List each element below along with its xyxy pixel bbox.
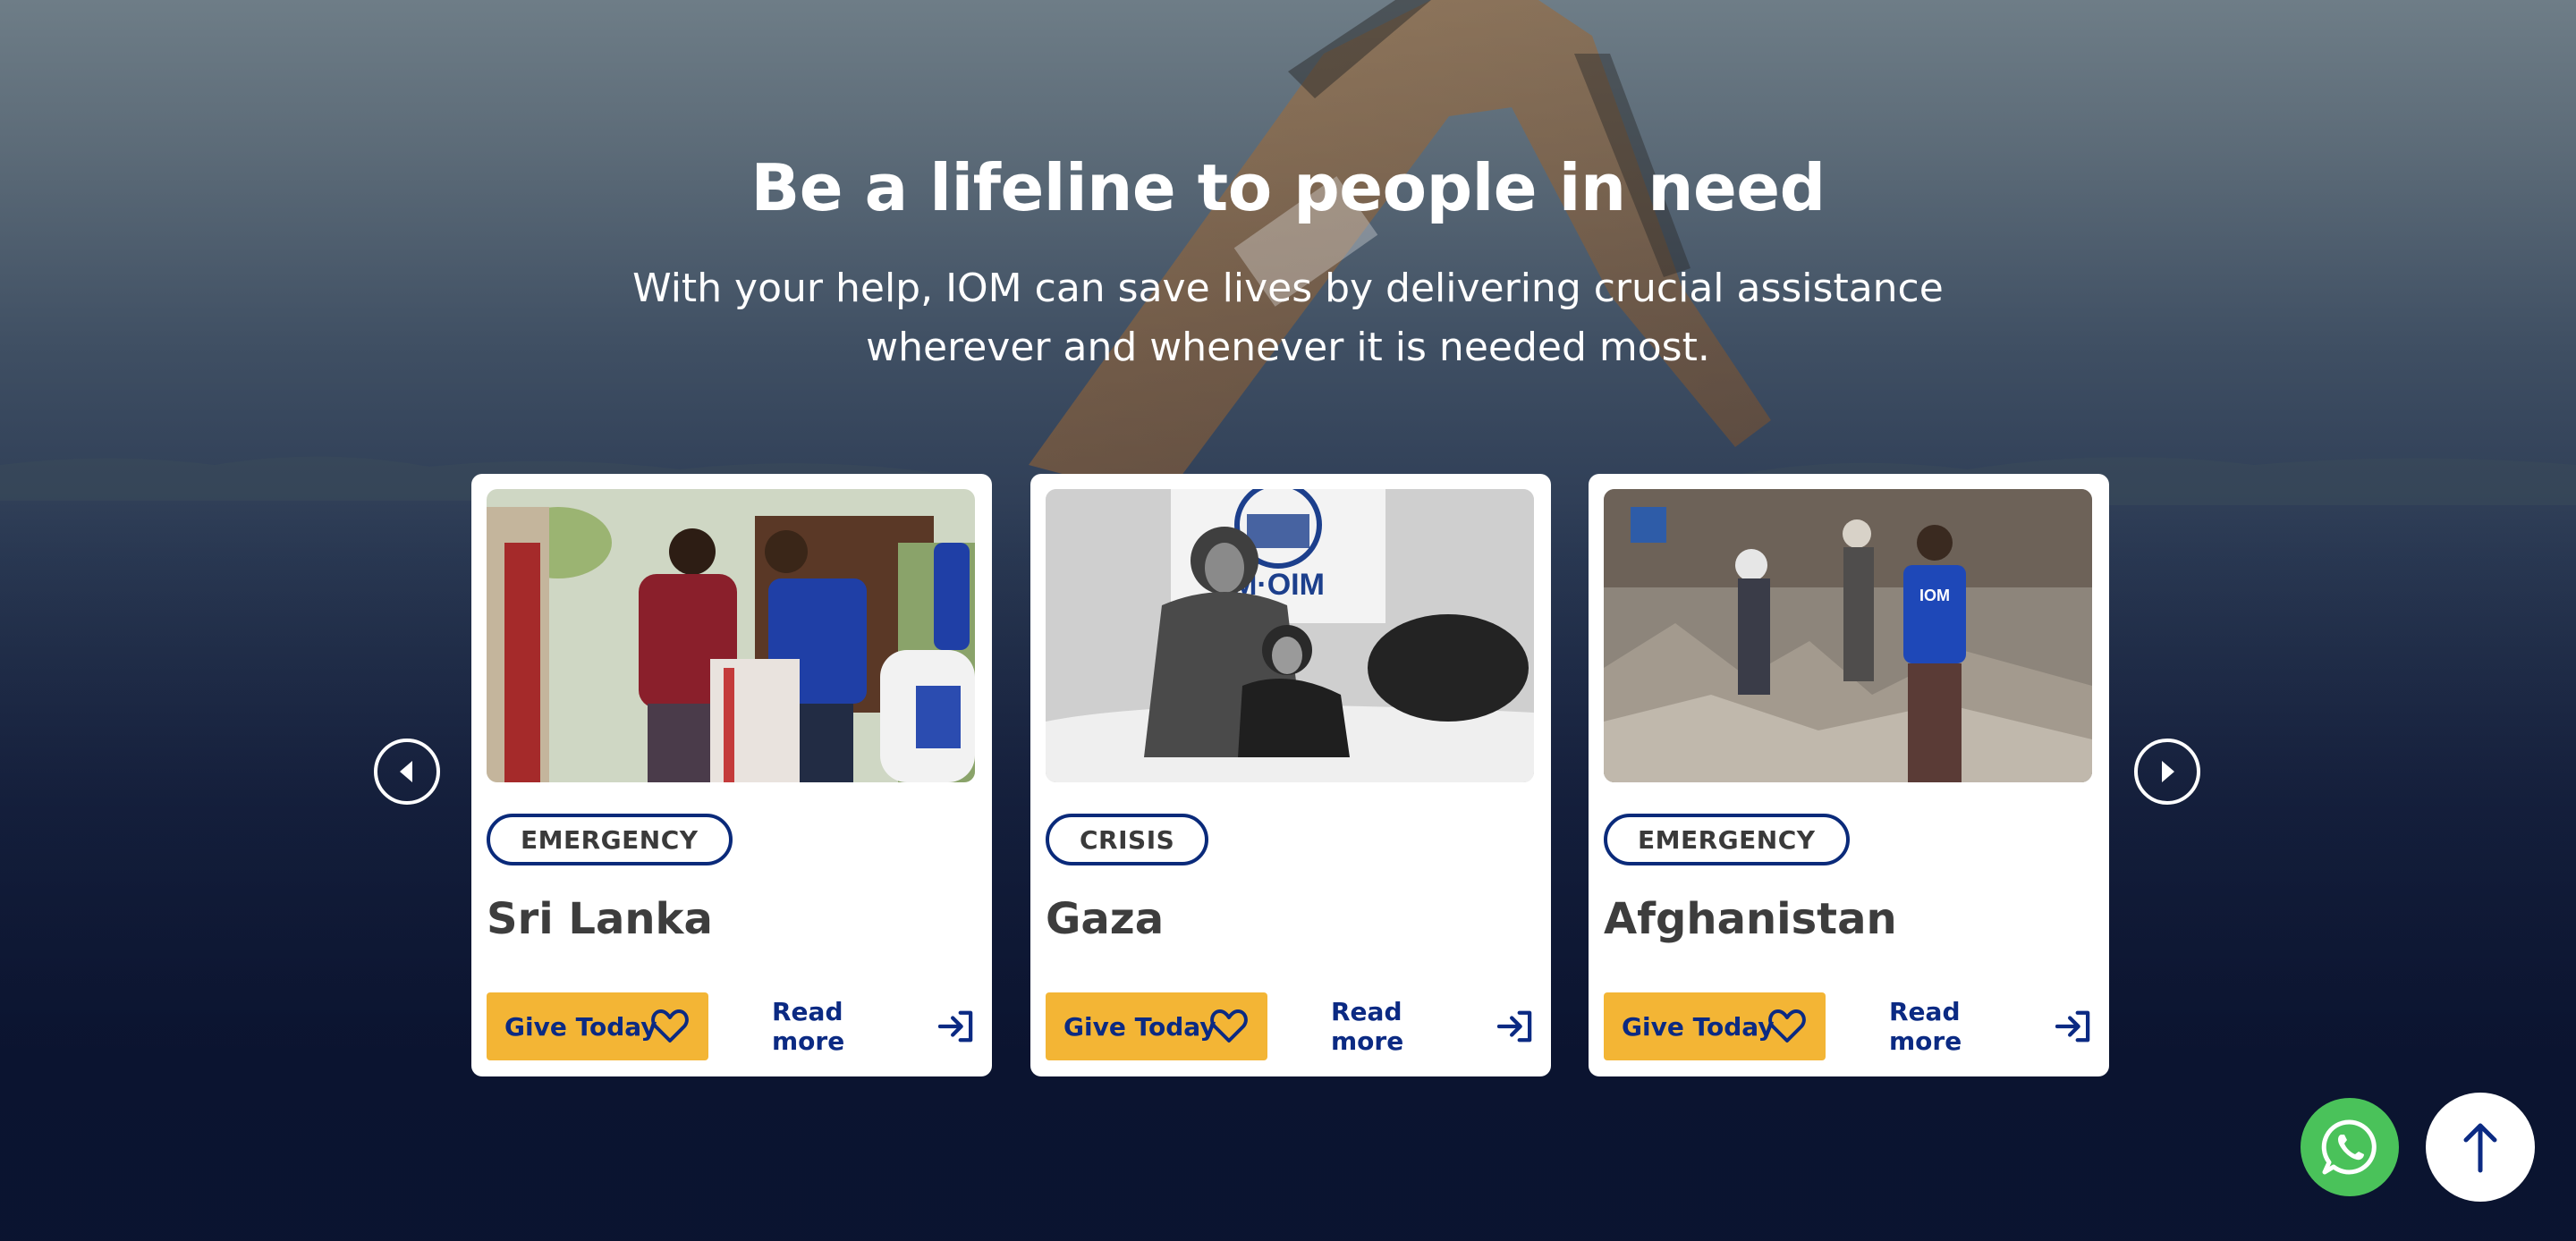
- read-more-link[interactable]: Read more: [1331, 992, 1533, 1060]
- heart-icon: [651, 1009, 689, 1043]
- card-title: Afghanistan: [1604, 894, 1897, 944]
- heart-icon: [1768, 1009, 1806, 1043]
- give-today-button[interactable]: Give Today: [1604, 992, 1826, 1060]
- give-today-label: Give Today: [1622, 1011, 1775, 1042]
- give-today-label: Give Today: [1063, 1011, 1216, 1042]
- carousel-next-button[interactable]: [2134, 739, 2200, 805]
- hero-subtitle-line-1: With your help, IOM can save lives by de…: [632, 266, 1944, 311]
- category-tag: EMERGENCY: [487, 814, 733, 865]
- sign-in-arrow-icon: [2055, 1010, 2090, 1043]
- iom-vest-logo-text: IOM: [1919, 587, 1950, 604]
- read-more-link[interactable]: Read more: [772, 992, 974, 1060]
- arrow-up-icon: [2463, 1123, 2497, 1173]
- hero-title: Be a lifeline to people in need: [750, 150, 1826, 225]
- give-today-button[interactable]: Give Today: [1046, 992, 1267, 1060]
- caret-right-icon: [2162, 761, 2174, 782]
- sign-in-arrow-icon: [1497, 1010, 1532, 1043]
- give-today-label: Give Today: [504, 1011, 657, 1042]
- whatsapp-button[interactable]: [2301, 1098, 2399, 1196]
- carousel-prev-button[interactable]: [374, 739, 440, 805]
- hero-subtitle: With your help, IOM can save lives by de…: [626, 259, 1950, 377]
- read-more-label: Read more: [1331, 997, 1404, 1056]
- card-title: Gaza: [1046, 894, 1165, 944]
- appeal-card-image: [487, 489, 975, 782]
- heart-icon: [1210, 1009, 1248, 1043]
- read-more-label: Read more: [772, 997, 845, 1056]
- give-today-button[interactable]: Give Today: [487, 992, 708, 1060]
- category-tag: CRISIS: [1046, 814, 1209, 865]
- category-tag: EMERGENCY: [1604, 814, 1850, 865]
- appeal-card: M·OIM CRISIS Gaza Give Today Read more: [1030, 474, 1551, 1076]
- read-more-label: Read more: [1889, 997, 1962, 1056]
- card-title: Sri Lanka: [487, 894, 713, 944]
- appeal-card: EMERGENCY Sri Lanka Give Today Read more: [471, 474, 992, 1076]
- appeal-card: IOM EMERGENCY Afghanistan Give Today Rea…: [1589, 474, 2109, 1076]
- appeal-card-image: M·OIM: [1046, 489, 1534, 782]
- caret-left-icon: [400, 761, 412, 782]
- read-more-link[interactable]: Read more: [1889, 992, 2091, 1060]
- hero-section: Be a lifeline to people in need With you…: [0, 0, 2576, 1241]
- hero-subtitle-line-2: wherever and whenever it is needed most.: [866, 325, 1710, 370]
- whatsapp-icon: [2321, 1119, 2377, 1175]
- appeal-card-image: IOM: [1604, 489, 2092, 782]
- sign-in-arrow-icon: [938, 1010, 973, 1043]
- back-to-top-button[interactable]: [2426, 1093, 2535, 1202]
